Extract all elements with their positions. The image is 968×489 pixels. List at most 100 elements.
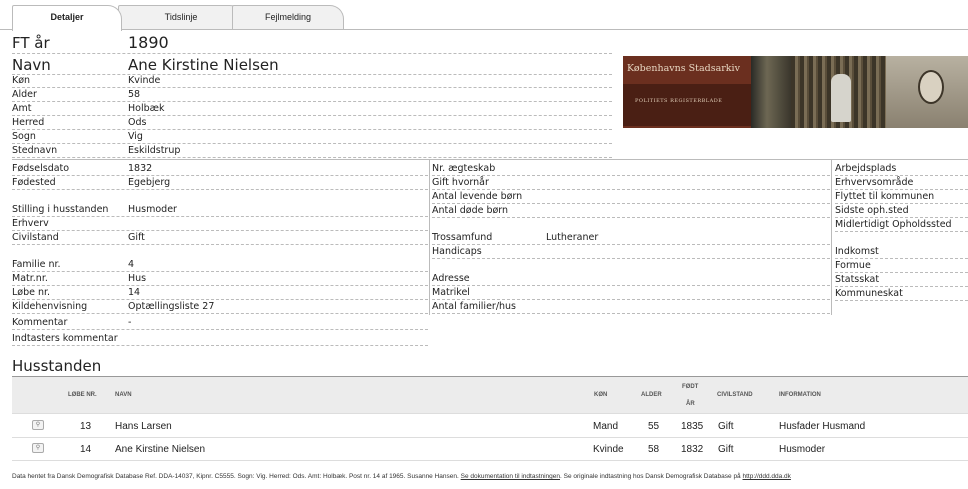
banner-photo-archive (751, 56, 791, 128)
cell-civilstand: Gift (718, 421, 734, 432)
detail-row: Fødselsdato 1832 (12, 162, 428, 176)
name-value: Ane Kirstine Nielsen (128, 56, 279, 74)
field-value: Ods (128, 117, 147, 128)
tab-tidslinje[interactable]: Tidslinje (118, 5, 244, 30)
field-label: Midlertidigt Opholdssted (835, 219, 952, 230)
cell-lobenr: 14 (80, 444, 92, 455)
field-label: Erhverv (12, 218, 49, 229)
banner-figure (831, 74, 851, 122)
field-label: Amt (12, 103, 32, 114)
field-label: Herred (12, 117, 45, 128)
detail-row: Kommuneskat (835, 287, 968, 301)
field-label: Statsskat (835, 274, 880, 285)
detail-row: Handicaps (432, 245, 830, 259)
cell-alder: 55 (648, 421, 660, 432)
portrait-face (918, 70, 944, 104)
detail-row: Gift hvornår (432, 176, 830, 190)
cell-navn: Ane Kirstine Nielsen (115, 444, 206, 455)
field-value: 4 (128, 259, 135, 270)
detail-row: Formue (835, 259, 968, 273)
detail-row: Fødested Egebjerg (12, 176, 428, 190)
source-footer: Data hentet fra Dansk Demografisk Databa… (12, 473, 791, 480)
col-header-kon[interactable]: KØN (594, 392, 607, 398)
detail-row: Nr. ægteskab (432, 162, 830, 176)
detail-row: Løbe nr. 14 (12, 286, 428, 300)
divider (12, 53, 612, 54)
field-value: Lutheraner (546, 232, 599, 243)
tab-fejlmelding[interactable]: Fejlmelding (232, 5, 344, 30)
household-table: LØBE NR. NAVN KØN ALDER FØDT ÅR CIVILSTA… (12, 376, 968, 462)
column-divider (429, 160, 430, 315)
detail-row: Statsskat (835, 273, 968, 287)
magnifier-icon[interactable]: ⚲ (32, 420, 44, 430)
footer-text: Data hentet fra Dansk Demografisk Databa… (12, 473, 459, 480)
table-row[interactable]: ⚲ 13 Hans Larsen Mand 55 1835 Gift Husfader Hus… (12, 416, 968, 438)
archive-banner[interactable]: Københavns Stadsarkiv POLITIETS REGISTER… (623, 56, 968, 128)
field-label: Indkomst (835, 246, 879, 257)
banner-photo-shelves (791, 56, 886, 128)
detail-row: Arbejdsplads (835, 162, 968, 176)
field-label: Civilstand (12, 232, 59, 243)
field-value: Eskildstrup (128, 145, 181, 156)
detail-row: Midlertidigt Opholdssted (835, 218, 968, 232)
col-header-lobenr[interactable]: LØBE NR. (68, 392, 97, 398)
detail-row: Familie nr. 4 (12, 258, 428, 272)
detail-row: Antal døde børn (432, 204, 830, 218)
table-row[interactable]: ⚲ 14 Ane Kirstine Nielsen Kvinde 58 1832 Gift H… (12, 439, 968, 461)
col-header-alder[interactable]: ALDER (641, 392, 662, 398)
col-header-civilstand[interactable]: CIVILSTAND (717, 392, 753, 398)
field-value: 58 (128, 89, 141, 100)
col-header-fodt-ar[interactable]: ÅR (686, 401, 695, 407)
field-value: Holbæk (128, 103, 165, 114)
person-row: Alder 58 (12, 88, 612, 102)
cell-kon: Mand (593, 421, 619, 432)
ddd-link[interactable]: http://ddd.dda.dk (743, 473, 791, 480)
field-label: Formue (835, 260, 871, 271)
field-value: Gift (128, 232, 145, 243)
field-label: Fødselsdato (12, 163, 70, 174)
detail-row: Matr.nr. Hus (12, 272, 428, 286)
documentation-link[interactable]: Se dokumentation til indtastningen (461, 473, 560, 480)
cell-navn: Hans Larsen (115, 421, 172, 432)
field-label: Kommentar (12, 317, 68, 328)
banner-portrait (886, 56, 968, 128)
field-label: Arbejdsplads (835, 163, 897, 174)
col-header-navn[interactable]: NAVN (115, 392, 132, 398)
field-label: Antal levende børn (432, 191, 523, 202)
detail-row: Flyttet til kommunen (835, 190, 968, 204)
tab-detaljer[interactable]: Detaljer (12, 5, 122, 31)
detail-row: Antal familier/hus (432, 300, 830, 314)
col-header-information[interactable]: INFORMATION (779, 392, 821, 398)
detail-row: Matrikel (432, 286, 830, 300)
banner-title: Københavns Stadsarkiv (627, 63, 740, 74)
detail-row: Sidste oph.sted (835, 204, 968, 218)
footer-text-2: . Se originale indtastning hos Dansk Dem… (560, 473, 741, 480)
detail-row: Trossamfund Lutheraner (432, 231, 830, 245)
detail-row: Civilstand Gift (12, 231, 428, 245)
field-label: Sogn (12, 131, 36, 142)
person-row: Stednavn Eskildstrup (12, 144, 612, 158)
field-label: Kommuneskat (835, 288, 903, 299)
field-value: Vig (128, 131, 143, 142)
field-label: Stilling i husstanden (12, 204, 109, 215)
field-label: Erhvervsområde (835, 177, 914, 188)
tab-bar: Detaljer Tidslinje Fejlmelding (0, 0, 968, 31)
col-header-fodt[interactable]: FØDT (682, 384, 698, 390)
detail-row: Kildehenvisning Optællingsliste 27 (12, 300, 428, 314)
field-value: Hus (128, 273, 147, 284)
ft-year-value: 1890 (128, 33, 169, 52)
field-value: - (128, 317, 132, 328)
detail-row: Adresse (432, 272, 830, 286)
field-label: Trossamfund (432, 232, 493, 243)
field-label: Matrikel (432, 287, 470, 298)
field-value: 14 (128, 287, 141, 298)
detail-row: Stilling i husstanden Husmoder (12, 203, 428, 217)
cell-alder: 58 (648, 444, 660, 455)
field-label: Alder (12, 89, 37, 100)
field-label: Antal døde børn (432, 205, 509, 216)
magnifier-icon[interactable]: ⚲ (32, 443, 44, 453)
field-label: Gift hvornår (432, 177, 489, 188)
field-label: Indtasters kommentar (12, 333, 118, 344)
cell-kon: Kvinde (593, 444, 624, 455)
cell-fodt: 1835 (681, 421, 704, 432)
